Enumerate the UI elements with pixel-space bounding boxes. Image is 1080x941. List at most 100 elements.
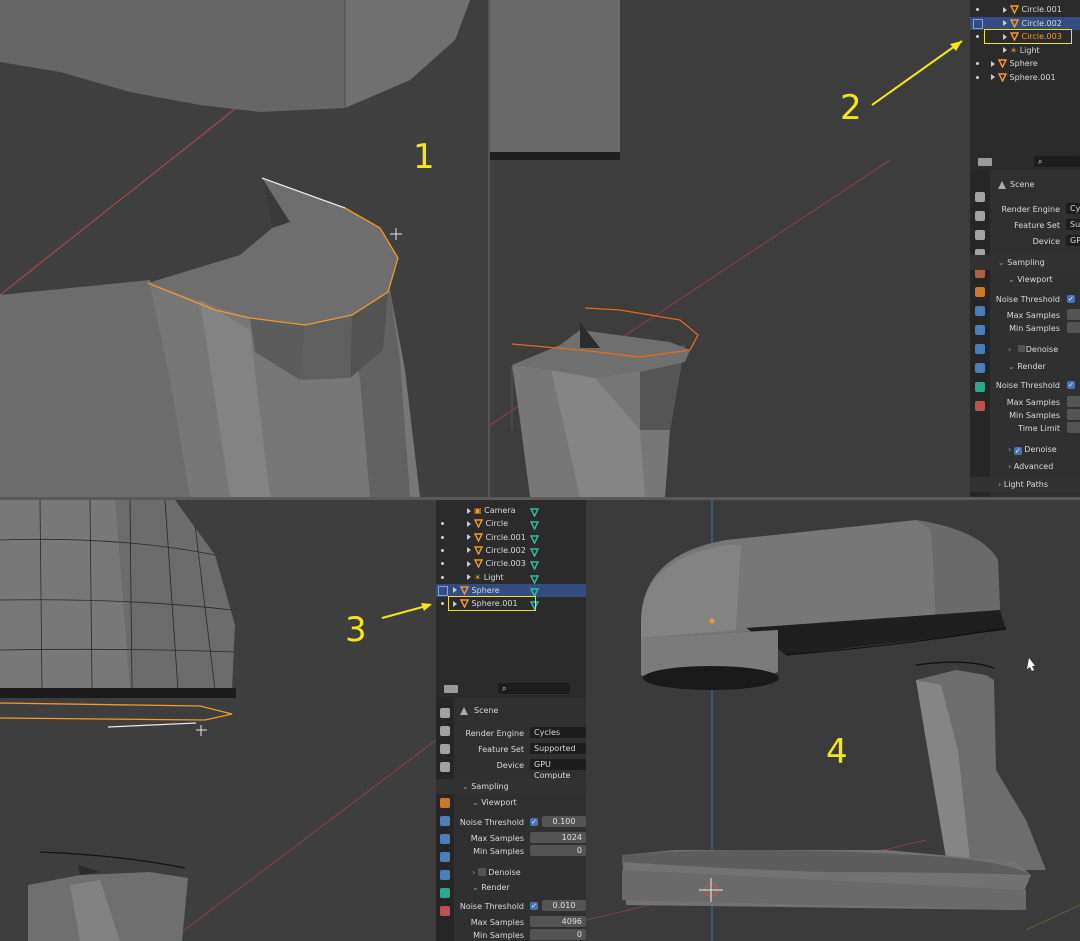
feature-set-label-q3: Feature Set — [478, 745, 524, 754]
properties-tab-icon[interactable] — [440, 762, 450, 772]
visibility-dot-icon[interactable] — [441, 548, 444, 552]
render-subpanel-header[interactable]: ⌄ Render — [1008, 362, 1046, 371]
min-samples-field-q3[interactable]: 0 — [530, 845, 586, 856]
outliner-row[interactable]: ☀ Light — [436, 571, 586, 584]
properties-q3[interactable]: ⌕ Scene Render Engine Cycles Feature Set… — [436, 678, 586, 941]
properties-tab-icon[interactable] — [975, 363, 985, 373]
denoise-subpanel-header-q3[interactable]: › Denoise — [472, 867, 521, 877]
visibility-dot-icon[interactable] — [441, 535, 444, 539]
light-icon: ☀ — [1010, 45, 1018, 55]
viewport-q4-scene — [586, 500, 1080, 941]
properties-tab-icon[interactable] — [440, 816, 450, 826]
properties-tab-icon[interactable] — [975, 287, 985, 297]
properties-search-field[interactable]: ⌕ — [1034, 156, 1080, 167]
render-engine-dropdown-q3[interactable]: Cycles — [530, 727, 586, 738]
outliner-row[interactable]: Circle.002 — [970, 16, 1080, 30]
outliner-q2[interactable]: Circle.001 Circle.002 Circle.003 ☀ Light … — [970, 0, 1080, 152]
selection-indicator-icon — [973, 18, 983, 29]
feature-set-dropdown[interactable]: Su — [1066, 219, 1080, 230]
render-denoise-header[interactable]: › ✓ Denoise — [1008, 445, 1057, 455]
visibility-dot-icon[interactable] — [976, 75, 979, 79]
editor-type-dropdown[interactable] — [978, 158, 992, 166]
properties-tab-icon[interactable] — [440, 870, 450, 880]
visibility-dot-icon[interactable] — [441, 602, 444, 606]
mesh-icon — [998, 59, 1007, 68]
visibility-dot-icon[interactable] — [441, 562, 444, 566]
outliner-row[interactable]: ☀ Light — [970, 44, 1080, 57]
render-max-samples-field-q3[interactable]: 4096 — [530, 916, 586, 927]
properties-tab-icon[interactable] — [975, 325, 985, 335]
render-max-samples-field[interactable] — [1067, 396, 1080, 407]
visibility-dot-icon[interactable] — [976, 8, 979, 11]
properties-tab-icon[interactable] — [440, 744, 450, 754]
device-dropdown-q3[interactable]: GPU Compute — [530, 759, 586, 780]
properties-q2[interactable]: ⌕ Scene Render Engine Cy Feature Set Su … — [970, 152, 1080, 497]
noise-threshold-checkbox-q3[interactable]: ✓ — [530, 818, 538, 826]
viewport-q3-scene — [0, 500, 436, 941]
outliner-q3[interactable]: ▣ Camera Circle Circle.001 Circle.002 Ci… — [436, 500, 586, 678]
outliner-row[interactable]: Circle.003 — [970, 29, 1080, 44]
properties-tab-icon[interactable] — [975, 382, 985, 392]
time-limit-field[interactable] — [1067, 422, 1080, 433]
sampling-panel-header[interactable]: ⌄ Sampling — [998, 258, 1045, 267]
viewport-subpanel-header-q3[interactable]: ⌄ Viewport — [472, 798, 517, 807]
viewport-q2[interactable]: 2 — [490, 0, 970, 497]
viewport-q1[interactable]: 1 — [0, 0, 488, 497]
outliner-row[interactable]: Circle — [436, 517, 586, 531]
advanced-subpanel-header[interactable]: › Advanced — [1008, 462, 1053, 471]
viewport-q3[interactable]: 3 — [0, 500, 436, 941]
noise-threshold-checkbox[interactable]: ✓ — [1067, 295, 1075, 303]
noise-threshold-label: Noise Threshold — [995, 295, 1060, 304]
outliner-row[interactable]: Circle.003 — [436, 557, 586, 571]
render-noise-threshold-checkbox[interactable]: ✓ — [1067, 381, 1075, 389]
properties-tab-icon[interactable] — [975, 230, 985, 240]
feature-set-dropdown-q3[interactable]: Supported — [530, 743, 586, 754]
outliner-row[interactable]: Circle.001 — [970, 3, 1080, 16]
properties-tab-icon[interactable] — [440, 834, 450, 844]
outliner-row[interactable]: ▣ Camera — [436, 504, 586, 517]
render-subpanel-header-q3[interactable]: ⌄ Render — [472, 883, 510, 892]
properties-tab-icon[interactable] — [975, 401, 985, 411]
properties-tab-icon[interactable] — [440, 852, 450, 862]
render-noise-threshold-checkbox-q3[interactable]: ✓ — [530, 902, 538, 910]
render-noise-threshold-field-q3[interactable]: 0.010 — [542, 900, 586, 911]
outliner-row[interactable]: Circle.002 — [436, 544, 586, 557]
viewport-subpanel-header[interactable]: ⌄ Viewport — [1008, 275, 1053, 284]
max-samples-field-q3[interactable]: 1024 — [530, 832, 586, 843]
device-dropdown[interactable]: GP — [1066, 235, 1080, 246]
render-min-samples-field-q3[interactable]: 0 — [530, 929, 586, 940]
properties-tab-icon[interactable] — [440, 906, 450, 916]
properties-tab-icon[interactable] — [975, 306, 985, 316]
properties-tab-icon[interactable] — [975, 192, 985, 202]
outliner-row[interactable]: Circle.001 — [436, 531, 586, 544]
editor-type-dropdown-q3[interactable] — [444, 685, 458, 693]
outliner-row[interactable]: Sphere.001 — [970, 71, 1080, 84]
outliner-row[interactable]: Sphere.001 — [436, 596, 586, 612]
properties-tab-icon[interactable] — [440, 726, 450, 736]
render-min-samples-field[interactable] — [1067, 409, 1080, 420]
noise-threshold-field-q3[interactable]: 0.100 — [542, 816, 586, 827]
mesh-icon — [530, 534, 539, 544]
properties-tab-icon[interactable] — [440, 888, 450, 898]
highlight-box — [984, 29, 1072, 44]
expand-arrow-icon — [467, 520, 471, 527]
denoise-subpanel-header[interactable]: › Denoise — [1008, 345, 1058, 354]
visibility-dot-icon[interactable] — [976, 35, 979, 38]
min-samples-field[interactable] — [1067, 322, 1080, 333]
properties-tab-icon[interactable] — [440, 798, 450, 808]
outliner-row[interactable]: Sphere — [436, 583, 586, 597]
viewport-q4[interactable]: 4 — [586, 500, 1080, 941]
visibility-dot-icon[interactable] — [976, 62, 979, 65]
outliner-row[interactable]: Sphere — [970, 57, 1080, 70]
max-samples-field[interactable] — [1067, 309, 1080, 320]
properties-tab-icon[interactable] — [975, 344, 985, 354]
render-engine-label: Render Engine — [1001, 205, 1060, 214]
render-engine-dropdown[interactable]: Cy — [1066, 203, 1080, 214]
properties-search-field-q3[interactable]: ⌕ — [498, 683, 570, 694]
visibility-dot-icon[interactable] — [441, 522, 444, 526]
properties-tab-icon[interactable] — [975, 211, 985, 221]
light-paths-panel-header[interactable]: › Light Paths — [998, 480, 1048, 489]
visibility-dot-icon[interactable] — [441, 575, 444, 579]
properties-tab-icon[interactable] — [440, 708, 450, 718]
sampling-panel-header-q3[interactable]: ⌄ Sampling — [462, 782, 509, 791]
